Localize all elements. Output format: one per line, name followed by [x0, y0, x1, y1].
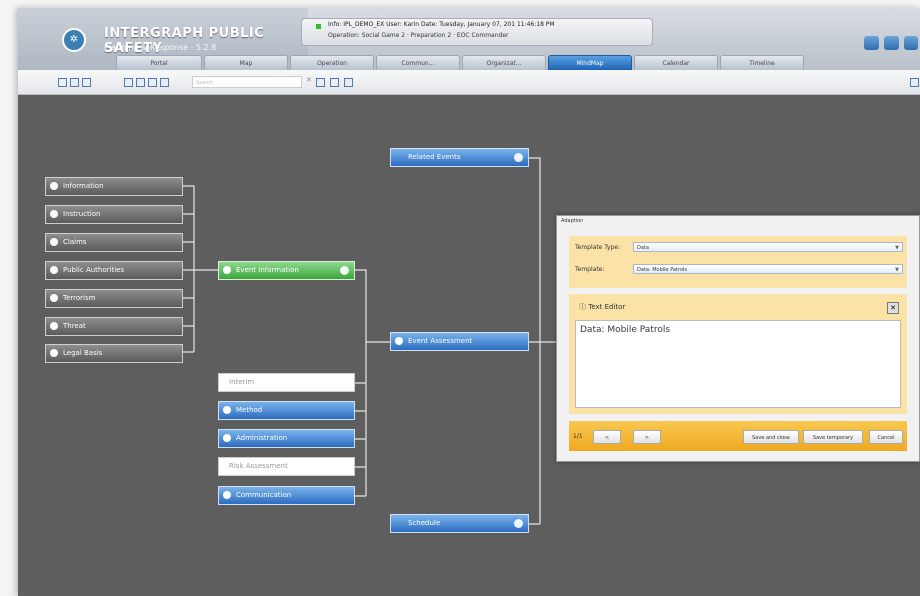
node-icon: [223, 434, 231, 442]
node-label: Information: [63, 182, 104, 190]
node-icon: [50, 238, 58, 246]
node-label: Event Assessment: [408, 337, 473, 345]
template-settings: Template Type: Data ▼ Template: Data: Mob…: [569, 236, 907, 288]
node-label: Administration: [236, 434, 288, 442]
adaption-panel: Adaption Template Type: Data ▼ Template: …: [556, 215, 920, 462]
close-icon[interactable]: ✕: [887, 302, 899, 314]
node-icon: [395, 337, 403, 345]
node-icon: [50, 294, 58, 302]
node-label: Threat: [63, 322, 86, 330]
expand-node-icon[interactable]: [514, 153, 523, 162]
node-communication[interactable]: Communication: [218, 486, 355, 505]
save-and-close-button[interactable]: Save and close: [743, 430, 799, 444]
node-label: Method: [236, 406, 263, 414]
expand-node-icon[interactable]: [514, 519, 523, 528]
template-label: Template:: [575, 266, 605, 273]
node-label: Communication: [236, 491, 292, 499]
panel-title: Adaption: [561, 218, 584, 224]
node-event-information[interactable]: Event Information: [218, 261, 355, 280]
node-icon: [223, 266, 231, 274]
node-legal-basis[interactable]: Legal Basis: [45, 344, 183, 363]
node-icon: [50, 266, 58, 274]
node-label: Schedule: [408, 519, 441, 527]
template-type-value: Data: [637, 245, 649, 251]
panel-footer: 1/1 < > Save and close Save temporary Ca…: [569, 421, 907, 451]
node-public-authorities[interactable]: Public Authorities: [45, 261, 183, 280]
node-label: Interim: [229, 378, 255, 386]
node-label: Event Information: [236, 266, 299, 274]
node-risk-assessment[interactable]: Risk Assessment: [218, 457, 355, 476]
template-type-select[interactable]: Data ▼: [633, 242, 903, 252]
save-temporary-button[interactable]: Save temporary: [803, 430, 863, 444]
node-label: Risk Assessment: [229, 462, 288, 470]
node-icon: [223, 406, 231, 414]
node-event-assessment[interactable]: Event Assessment: [390, 332, 529, 351]
node-schedule[interactable]: Schedule: [390, 514, 529, 533]
text-editor-label: Text Editor: [588, 303, 626, 311]
node-label: Terrorism: [63, 294, 96, 302]
node-label: Legal Basis: [63, 349, 103, 357]
app-window: ✲ INTERGRAPH PUBLIC SAFETY Planning & Re…: [18, 8, 920, 596]
node-information[interactable]: Information: [45, 177, 183, 196]
node-icon: [50, 182, 58, 190]
node-label: Instruction: [63, 210, 101, 218]
node-icon: [50, 322, 58, 330]
cancel-button[interactable]: Cancel: [869, 430, 903, 444]
chevron-down-icon: ▼: [895, 267, 899, 273]
template-select[interactable]: Data: Mobile Patrols ▼: [633, 264, 903, 274]
node-instruction[interactable]: Instruction: [45, 205, 183, 224]
node-label: Related Events: [408, 153, 461, 161]
node-label: Claims: [63, 238, 87, 246]
collapse-node-icon[interactable]: [340, 266, 349, 275]
text-editor-area[interactable]: Data: Mobile Patrols: [575, 320, 901, 408]
node-threat[interactable]: Threat: [45, 317, 183, 336]
next-button[interactable]: >: [633, 430, 661, 444]
node-label: Public Authorities: [63, 266, 125, 274]
node-method[interactable]: Method: [218, 401, 355, 420]
node-icon: [50, 210, 58, 218]
text-editor-section: ⓘ Text Editor ✕ Data: Mobile Patrols: [569, 294, 907, 414]
node-related-events[interactable]: Related Events: [390, 148, 529, 167]
template-value: Data: Mobile Patrols: [637, 267, 688, 273]
node-terrorism[interactable]: Terrorism: [45, 289, 183, 308]
pager-label: 1/1: [573, 433, 583, 440]
node-claims[interactable]: Claims: [45, 233, 183, 252]
prev-button[interactable]: <: [593, 430, 621, 444]
node-icon: [50, 349, 58, 357]
node-icon: [223, 491, 231, 499]
template-type-label: Template Type:: [575, 244, 621, 251]
chevron-down-icon: ▼: [895, 245, 899, 251]
node-interim[interactable]: Interim: [218, 373, 355, 392]
text-editor-title: ⓘ Text Editor: [579, 303, 626, 311]
node-administration[interactable]: Administration: [218, 429, 355, 448]
